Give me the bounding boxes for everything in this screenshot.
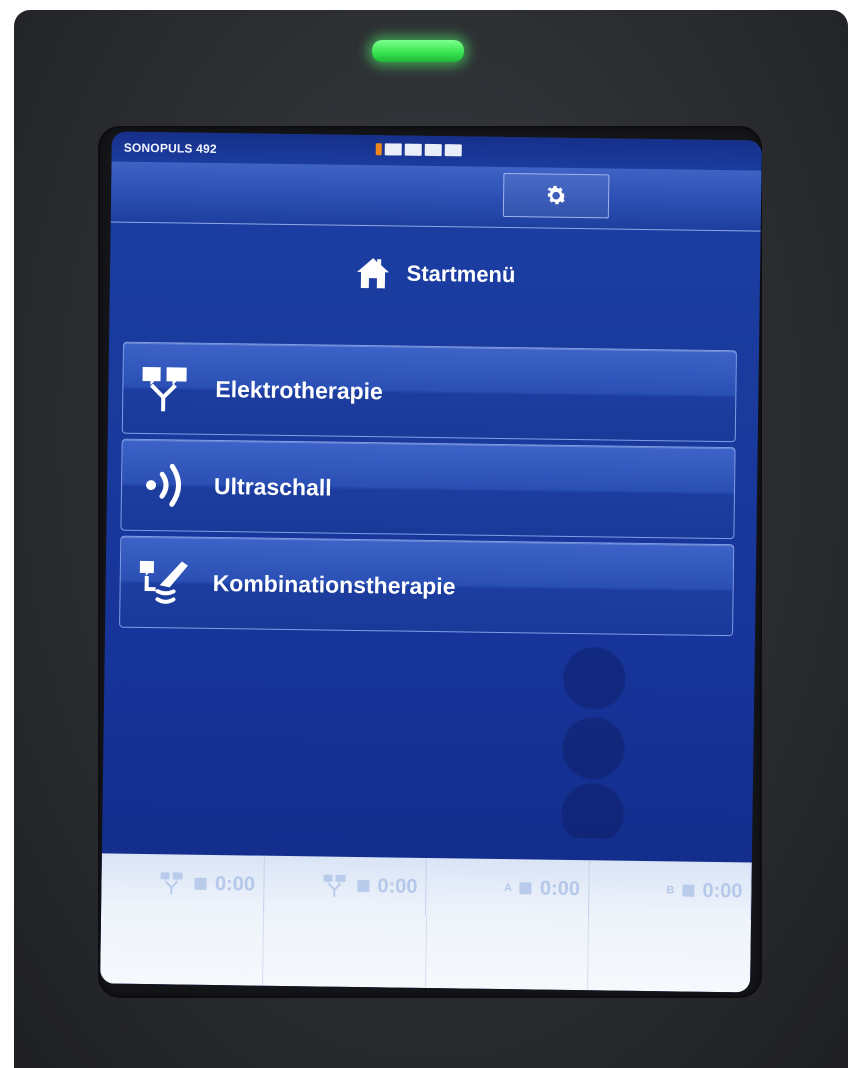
home-icon bbox=[356, 258, 389, 289]
timer-label: B bbox=[666, 884, 675, 897]
timer-stop-icon bbox=[519, 882, 533, 895]
timer-panel: 0:00 0:00 A 0:00 B 0:00 bbox=[100, 853, 752, 993]
main-menu: Elektrotherapie Ultraschall Kombinations… bbox=[119, 341, 737, 642]
timer-value: 0:00 bbox=[702, 879, 743, 902]
timer-cell bbox=[588, 918, 751, 992]
electrode-icon bbox=[135, 358, 196, 419]
electrode-channel-1-icon bbox=[161, 872, 184, 895]
timer-label: A bbox=[503, 882, 513, 895]
progress-segment bbox=[424, 143, 442, 157]
timer-stop-icon bbox=[357, 880, 370, 893]
progress-segment bbox=[404, 143, 422, 156]
electrode-channel-2-icon bbox=[323, 874, 346, 897]
gear-icon bbox=[547, 185, 567, 205]
touch-screen: SONOPULS 492 Startmenü Elektrotherapie U… bbox=[100, 131, 762, 993]
timer-electrode-1[interactable]: 0:00 bbox=[101, 853, 265, 914]
timer-stop-icon bbox=[194, 877, 208, 890]
timer-cell bbox=[262, 913, 427, 988]
timer-stop-icon bbox=[682, 884, 695, 897]
menu-item-kombinationstherapie[interactable]: Kombinationstherapie bbox=[119, 535, 735, 637]
timer-value: 0:00 bbox=[214, 872, 256, 896]
timer-cell bbox=[425, 915, 590, 991]
menu-item-label: Elektrotherapie bbox=[215, 375, 384, 404]
settings-button[interactable] bbox=[502, 172, 610, 219]
ultrasound-waves-icon bbox=[134, 455, 195, 516]
timer-value: 0:00 bbox=[539, 877, 581, 900]
toolbar bbox=[110, 161, 762, 232]
page-header: Startmenü bbox=[110, 249, 760, 298]
menu-item-ultraschall[interactable]: Ultraschall bbox=[120, 438, 736, 540]
progress-indicator bbox=[375, 141, 476, 158]
device-name: SONOPULS 492 bbox=[123, 140, 217, 156]
menu-item-label: Kombinationstherapie bbox=[212, 569, 456, 599]
timer-panel-lower bbox=[100, 911, 751, 992]
menu-item-elektrotherapie[interactable]: Elektrotherapie bbox=[121, 341, 737, 443]
timer-electrode-2[interactable]: 0:00 bbox=[263, 855, 427, 916]
screen-reflection bbox=[522, 637, 665, 840]
progress-segment bbox=[444, 144, 462, 157]
progress-segment bbox=[384, 143, 402, 156]
timer-cell bbox=[100, 911, 264, 986]
menu-item-label: Ultraschall bbox=[213, 472, 332, 501]
timer-value: 0:00 bbox=[377, 874, 418, 898]
power-led bbox=[372, 40, 464, 62]
progress-segment-active bbox=[375, 143, 382, 156]
combination-probe-icon bbox=[132, 552, 193, 613]
timer-b[interactable]: B 0:00 bbox=[588, 860, 752, 921]
timer-a[interactable]: A 0:00 bbox=[426, 857, 590, 919]
page-title: Startmenü bbox=[406, 260, 516, 288]
